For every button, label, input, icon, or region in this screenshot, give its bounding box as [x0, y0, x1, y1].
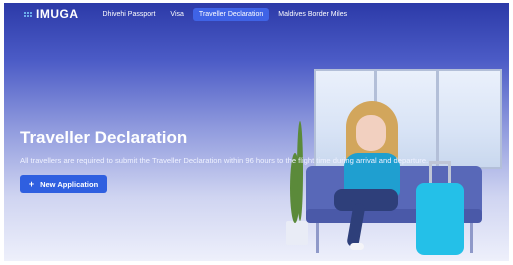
nav-item-dhivehi-passport[interactable]: Dhivehi Passport: [97, 8, 162, 21]
bench-leg-illustration: [316, 223, 319, 253]
page-title: Traveller Declaration: [20, 128, 188, 147]
character-legs-illustration: [334, 189, 398, 211]
nav-menu: Dhivehi Passport Visa Traveller Declarat…: [97, 7, 357, 21]
character-shoe-illustration: [350, 243, 364, 250]
page-frame: IMUGA Dhivehi Passport Visa Traveller De…: [4, 3, 509, 261]
nav-item-maldives-border-miles[interactable]: Maldives Border Miles: [272, 8, 353, 21]
imuga-logo[interactable]: IMUGA: [24, 7, 79, 21]
nav-item-traveller-declaration[interactable]: Traveller Declaration: [192, 7, 270, 21]
bench-leg-illustration: [470, 223, 473, 253]
plant-leaf-illustration: [297, 121, 303, 221]
plant-pot-illustration: [286, 221, 308, 245]
hero-description: All travellers are required to submit th…: [20, 156, 429, 165]
logo-text: IMUGA: [36, 7, 79, 21]
new-application-button[interactable]: + New Application: [20, 175, 107, 193]
logo-dots-icon: [24, 11, 32, 17]
plus-icon: +: [28, 179, 35, 189]
suitcase-handle-illustration: [429, 161, 451, 185]
character-face-illustration: [356, 115, 386, 151]
suitcase-illustration: [416, 183, 464, 255]
nav-item-visa[interactable]: Visa: [164, 8, 190, 21]
new-application-label: New Application: [40, 179, 99, 189]
airport-window-illustration: [314, 69, 502, 169]
top-navbar: IMUGA Dhivehi Passport Visa Traveller De…: [4, 3, 509, 25]
